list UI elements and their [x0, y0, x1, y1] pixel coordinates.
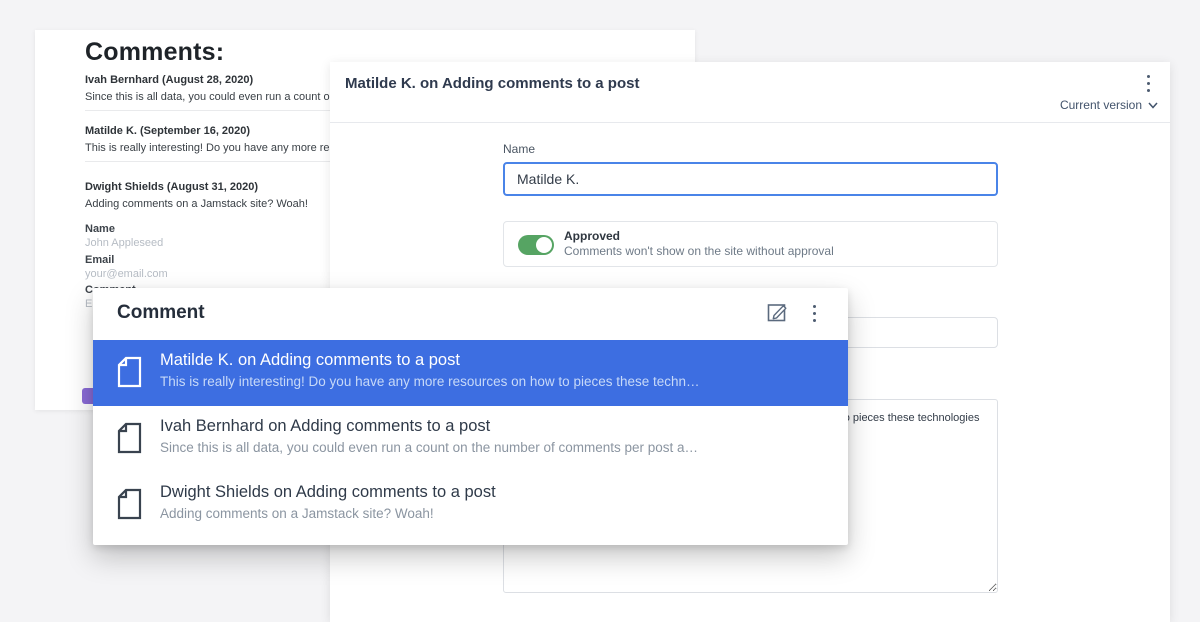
item-title: Ivah Bernhard on Adding comments to a po…	[160, 417, 490, 436]
editor-menu-button[interactable]	[1136, 70, 1160, 96]
blog-email-label: Email	[85, 254, 114, 266]
approved-label: Approved	[564, 229, 620, 243]
kebab-icon	[813, 305, 816, 322]
approved-toggle[interactable]	[518, 235, 554, 255]
item-preview: Adding comments on a Jamstack site? Woah…	[160, 506, 830, 521]
document-icon	[117, 422, 142, 454]
version-label: Current version	[1060, 98, 1142, 112]
divider	[330, 122, 1170, 123]
approved-description: Comments won't show on the site without …	[564, 244, 834, 258]
item-preview: This is really interesting! Do you have …	[160, 374, 830, 389]
name-input[interactable]	[503, 162, 998, 196]
blog-comment-meta: Matilde K. (September 16, 2020)	[85, 125, 250, 137]
blog-name-label: Name	[85, 223, 115, 235]
edit-icon	[765, 300, 789, 324]
blog-comments-heading: Comments:	[85, 38, 224, 67]
blog-comment-meta: Dwight Shields (August 31, 2020)	[85, 181, 258, 193]
item-title: Dwight Shields on Adding comments to a p…	[160, 483, 496, 502]
kebab-icon	[1147, 75, 1150, 92]
chevron-down-icon	[1148, 102, 1158, 109]
document-icon	[117, 356, 142, 388]
blog-name-input[interactable]: John Appleseed	[85, 237, 163, 249]
new-comment-button[interactable]	[763, 298, 791, 328]
editor-title: Matilde K. on Adding comments to a post	[345, 75, 639, 92]
approved-field: Approved Comments won't show on the site…	[503, 221, 998, 267]
version-dropdown[interactable]: Current version	[1060, 98, 1158, 112]
comment-list-item[interactable]: Ivah Bernhard on Adding comments to a po…	[93, 406, 848, 472]
comment-list-title: Comment	[117, 302, 205, 324]
comment-list-dialog: Comment Matilde K. on Adding comments to…	[93, 288, 848, 545]
comment-list-item[interactable]: Matilde K. on Adding comments to a post …	[93, 340, 848, 406]
blog-comment-body: Adding comments on a Jamstack site? Woah…	[85, 198, 308, 210]
toggle-knob	[536, 237, 552, 253]
document-icon	[117, 488, 142, 520]
blog-comment-meta: Ivah Bernhard (August 28, 2020)	[85, 74, 253, 86]
comment-list-item[interactable]: Dwight Shields on Adding comments to a p…	[93, 472, 848, 538]
item-title: Matilde K. on Adding comments to a post	[160, 351, 460, 370]
item-preview: Since this is all data, you could even r…	[160, 440, 830, 455]
name-field-label: Name	[503, 142, 535, 156]
blog-email-input[interactable]: your@email.com	[85, 268, 168, 280]
comment-list-menu-button[interactable]	[802, 298, 826, 328]
